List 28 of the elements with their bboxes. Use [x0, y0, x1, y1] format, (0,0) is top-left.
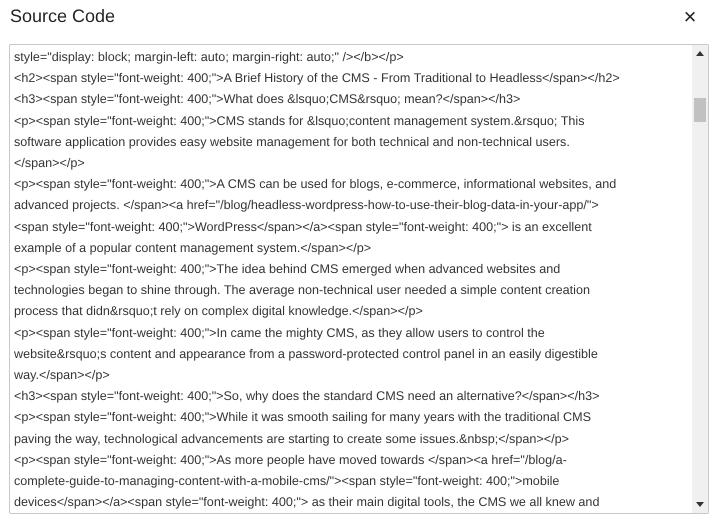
code-line: website&rsquo;s content and appearance from a password-protected control panel in an easily digestible — [14, 346, 598, 363]
code-line: <p><span style="font-weight: 400;">CMS stands for &lsquo;content management system.&rsquo; This — [14, 112, 584, 130]
code-line: <p><span style="font-weight: 400;">A CMS can be used for blogs, e-commerce, informational websites, and — [14, 176, 616, 194]
code-line: complete-guide-to-managing-content-with-a-mobile-cms/"><span style="font-weight: 400;">mobile — [14, 473, 560, 490]
scroll-down-icon[interactable] — [696, 502, 704, 507]
code-line: <p><span style="font-weight: 400;">While it was smooth sailing for many years with the traditional CMS — [14, 409, 591, 426]
scrollbar-thumb[interactable] — [694, 98, 706, 122]
code-line: paving the way, technological advancements are starting to create some issues.&nbsp;</span></p> — [14, 430, 569, 448]
code-line: way.</span></p> — [14, 367, 110, 384]
code-line: <p><span style="font-weight: 400;">In came the mighty CMS, as they allow users to control the — [14, 324, 545, 342]
code-line: advanced projects. </span><a href="/blog/headless-wordpress-how-to-use-their-blog-data-in-your-app/"> — [14, 197, 599, 214]
code-line: technologies began to shine through. The average non-technical user needed a simple content creation — [14, 282, 590, 300]
code-line: <h2><span style="font-weight: 400;">A Brief History of the CMS - From Traditional to Headless</span></h2> — [14, 70, 620, 88]
dialog-title: Source Code — [10, 5, 116, 28]
scrollbar[interactable] — [692, 45, 708, 513]
code-line: <p><span style="font-weight: 400;">The idea behind CMS emerged when advanced websites and — [14, 261, 560, 278]
scroll-up-icon[interactable] — [696, 51, 704, 56]
code-line: example of a popular content management system.</span></p> — [14, 240, 372, 257]
code-line: <h3><span style="font-weight: 400;">So, why does the standard CMS need an alternative?</span></h3> — [14, 388, 600, 406]
code-line: style="display: block; margin-left: auto; margin-right: auto;" /></b></p> — [14, 49, 404, 66]
close-button[interactable]: × — [680, 6, 700, 26]
code-line: process that didn&rsquo;t rely on complex digital knowledge.</span></p> — [14, 303, 423, 320]
code-line: </span></p> — [14, 155, 85, 172]
code-line: software application provides easy website management for both technical and non-technical users. — [14, 134, 570, 151]
code-line: <h3><span style="font-weight: 400;">What does &lsquo;CMS&rsquo; mean?</span></h3> — [14, 91, 520, 108]
code-line: <p><span style="font-weight: 400;">As more people have moved towards </span><a href="/blog/a- — [14, 452, 567, 469]
code-line: <span style="font-weight: 400;">WordPress</span></a><span style="font-weight: 400;"> is an excellent — [14, 218, 592, 236]
code-line: devices</span></a><span style="font-weight: 400;"> as their main digital tools, the CMS we all knew and — [14, 494, 600, 512]
